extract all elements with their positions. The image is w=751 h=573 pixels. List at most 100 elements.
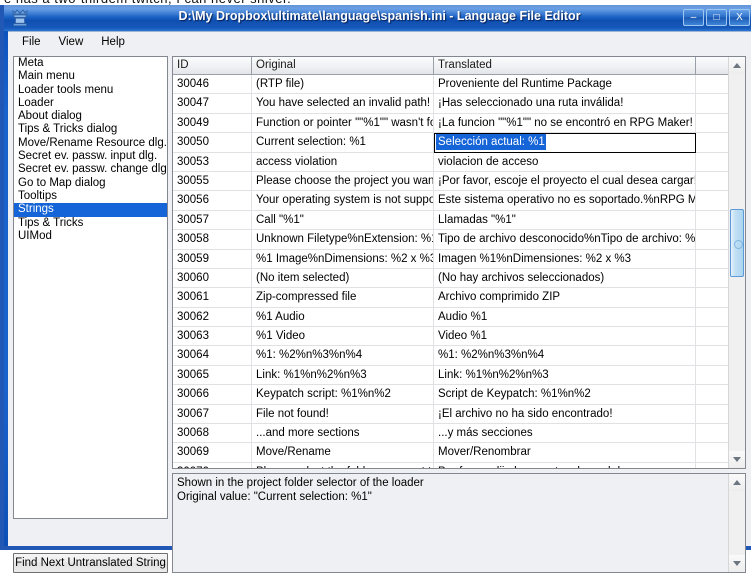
table-row[interactable]: 30070Please select the folder you want t… bbox=[173, 463, 745, 468]
table-row[interactable]: 30055Please choose the project you want … bbox=[173, 172, 745, 191]
table-row[interactable]: 30047You have selected an invalid path!¡… bbox=[173, 94, 745, 113]
cell-translated[interactable]: %1: %2%n%3%n%4 bbox=[434, 346, 696, 364]
section-list-item[interactable]: Strings bbox=[14, 203, 167, 216]
cell-translated[interactable]: Llamadas "%1" bbox=[434, 211, 696, 229]
cell-translated[interactable]: Por favor, elija la carpeta a la cual de… bbox=[434, 463, 696, 468]
cell-translated[interactable]: ¡La funcion ""%1"" no se encontró en RPG… bbox=[434, 114, 696, 132]
section-list-item[interactable]: Loader tools menu bbox=[14, 84, 167, 97]
cell-id[interactable]: 30055 bbox=[173, 172, 252, 190]
cell-translated[interactable]: Este sistema operativo no es soportado.%… bbox=[434, 191, 696, 209]
cell-id[interactable]: 30065 bbox=[173, 366, 252, 384]
cell-id[interactable]: 30060 bbox=[173, 269, 252, 287]
cell-id[interactable]: 30056 bbox=[173, 191, 252, 209]
minimize-button[interactable]: – bbox=[683, 9, 704, 26]
cell-translated[interactable]: ¡Has seleccionado una ruta inválida! bbox=[434, 94, 696, 112]
cell-id[interactable]: 30068 bbox=[173, 424, 252, 442]
section-list-item[interactable]: Go to Map dialog bbox=[14, 177, 167, 190]
section-list-item[interactable]: About dialog bbox=[14, 110, 167, 123]
cell-original[interactable]: %1 Image%nDimensions: %2 x %3 bbox=[252, 250, 434, 268]
cell-translated[interactable]: ¡Por favor, escoje el proyecto el cual d… bbox=[434, 172, 696, 190]
cell-translated[interactable]: Archivo comprimido ZIP bbox=[434, 288, 696, 306]
cell-translated[interactable]: (No hay archivos seleccionados) bbox=[434, 269, 696, 287]
section-list-item[interactable]: Main menu bbox=[14, 70, 167, 83]
table-row[interactable]: 30067File not found!¡El archivo no ha si… bbox=[173, 405, 745, 424]
maximize-button[interactable]: □ bbox=[706, 9, 727, 26]
cell-id[interactable]: 30061 bbox=[173, 288, 252, 306]
table-row[interactable]: 30050Current selection: %1Selección actu… bbox=[173, 133, 745, 152]
cell-translated[interactable]: Audio %1 bbox=[434, 308, 696, 326]
cell-id[interactable]: 30053 bbox=[173, 153, 252, 171]
close-button[interactable]: X bbox=[729, 9, 750, 26]
table-row[interactable]: 30069Move/RenameMover/Renombrar bbox=[173, 443, 745, 462]
cell-original[interactable]: File not found! bbox=[252, 405, 434, 423]
table-row[interactable]: 30053access violationviolacion de acceso bbox=[173, 153, 745, 172]
cell-original[interactable]: Please select the folder you want to bbox=[252, 463, 434, 468]
section-list-item[interactable]: UIMod bbox=[14, 230, 167, 243]
table-row[interactable]: 30046(RTP file)Proveniente del Runtime P… bbox=[173, 75, 745, 94]
cell-original[interactable]: Link: %1%n%2%n%3 bbox=[252, 366, 434, 384]
strings-grid[interactable]: ID Original Translated 30046(RTP file)Pr… bbox=[172, 56, 746, 469]
section-list-item[interactable]: Meta bbox=[14, 57, 167, 70]
cell-id[interactable]: 30058 bbox=[173, 230, 252, 248]
translated-inline-editor[interactable]: Selección actual: %1 bbox=[434, 133, 696, 152]
cell-id[interactable]: 30063 bbox=[173, 327, 252, 345]
cell-id[interactable]: 30066 bbox=[173, 385, 252, 403]
column-header-id[interactable]: ID bbox=[173, 57, 252, 74]
cell-original[interactable]: Move/Rename bbox=[252, 443, 434, 461]
table-row[interactable]: 30063%1 VideoVideo %1 bbox=[173, 327, 745, 346]
section-list-item[interactable]: Tooltips bbox=[14, 190, 167, 203]
cell-id[interactable]: 30070 bbox=[173, 463, 252, 468]
cell-translated[interactable]: Script de Keypatch: %1%n%2 bbox=[434, 385, 696, 403]
cell-id[interactable]: 30047 bbox=[173, 94, 252, 112]
scroll-down-icon[interactable] bbox=[729, 451, 745, 468]
column-header-translated[interactable]: Translated bbox=[434, 57, 696, 74]
grid-scrollbar-thumb[interactable] bbox=[730, 209, 744, 277]
cell-translated[interactable]: Video %1 bbox=[434, 327, 696, 345]
cell-translated[interactable]: ¡El archivo no ha sido encontrado! bbox=[434, 405, 696, 423]
cell-id[interactable]: 30046 bbox=[173, 75, 252, 93]
section-list-item[interactable]: Tips & Tricks bbox=[14, 217, 167, 230]
cell-id[interactable]: 30069 bbox=[173, 443, 252, 461]
cell-translated[interactable]: Imagen %1%nDimensiones: %2 x %3 bbox=[434, 250, 696, 268]
cell-id[interactable]: 30057 bbox=[173, 211, 252, 229]
title-bar[interactable]: D:\My Dropbox\ultimate\language\spanish.… bbox=[4, 5, 751, 31]
menu-help[interactable]: Help bbox=[92, 34, 134, 51]
table-row[interactable]: 30059%1 Image%nDimensions: %2 x %3Imagen… bbox=[173, 250, 745, 269]
section-list-item[interactable]: Move/Rename Resource dlg. bbox=[14, 137, 167, 150]
sections-list[interactable]: MetaMain menuLoader tools menuLoaderAbou… bbox=[13, 56, 168, 519]
section-list-item[interactable]: Secret ev. passw. change dlg. bbox=[14, 163, 167, 176]
grid-vertical-scrollbar[interactable] bbox=[728, 57, 745, 468]
cell-original[interactable]: access violation bbox=[252, 153, 434, 171]
section-list-item[interactable]: Secret ev. passw. input dlg. bbox=[14, 150, 167, 163]
column-header-original[interactable]: Original bbox=[252, 57, 434, 74]
scroll-up-icon[interactable] bbox=[729, 57, 745, 74]
table-row[interactable]: 30068...and more sections...y más seccio… bbox=[173, 424, 745, 443]
cell-translated[interactable]: Proveniente del Runtime Package bbox=[434, 75, 696, 93]
cell-translated[interactable]: violacion de acceso bbox=[434, 153, 696, 171]
section-list-item[interactable]: Loader bbox=[14, 97, 167, 110]
cell-id[interactable]: 30059 bbox=[173, 250, 252, 268]
cell-original[interactable]: Unknown Filetype%nExtension: %1 bbox=[252, 230, 434, 248]
cell-id[interactable]: 30067 bbox=[173, 405, 252, 423]
cell-original[interactable]: Current selection: %1 bbox=[252, 133, 434, 151]
cell-original[interactable]: Function or pointer ""%1"" wasn't found bbox=[252, 114, 434, 132]
info-panel[interactable]: Shown in the project folder selector of … bbox=[172, 473, 746, 573]
cell-original[interactable]: You have selected an invalid path! bbox=[252, 94, 434, 112]
cell-original[interactable]: ...and more sections bbox=[252, 424, 434, 442]
find-next-untranslated-string-button[interactable]: Find Next Untranslated String bbox=[13, 553, 168, 573]
table-row[interactable]: 30061Zip-compressed fileArchivo comprimi… bbox=[173, 288, 745, 307]
cell-original[interactable]: Please choose the project you want to bbox=[252, 172, 434, 190]
cell-id[interactable]: 30064 bbox=[173, 346, 252, 364]
cell-id[interactable]: 30062 bbox=[173, 308, 252, 326]
cell-original[interactable]: %1 Audio bbox=[252, 308, 434, 326]
table-row[interactable]: 30062%1 AudioAudio %1 bbox=[173, 308, 745, 327]
cell-translated[interactable]: Tipo de archivo desconocido%nTipo de arc… bbox=[434, 230, 696, 248]
table-row[interactable]: 30066Keypatch script: %1%n%2Script de Ke… bbox=[173, 385, 745, 404]
table-row[interactable]: 30049Function or pointer ""%1"" wasn't f… bbox=[173, 114, 745, 133]
section-list-item[interactable]: Tips & Tricks dialog bbox=[14, 123, 167, 136]
table-row[interactable]: 30065Link: %1%n%2%n%3Link: %1%n%2%n%3 bbox=[173, 366, 745, 385]
info-vertical-scrollbar[interactable] bbox=[728, 474, 745, 572]
cell-original[interactable]: Keypatch script: %1%n%2 bbox=[252, 385, 434, 403]
table-row[interactable]: 30058Unknown Filetype%nExtension: %1Tipo… bbox=[173, 230, 745, 249]
table-row[interactable]: 30057Call "%1"Llamadas "%1" bbox=[173, 211, 745, 230]
